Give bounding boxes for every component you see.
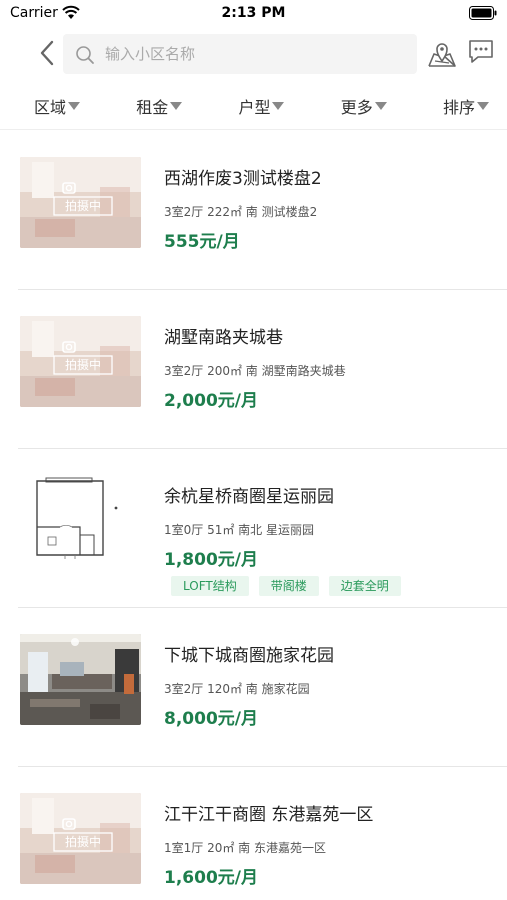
listing-meta: 3室2厅 222㎡ 南 测试楼盘2 — [164, 205, 318, 219]
battery-icon — [469, 6, 497, 20]
listing-thumbnail: 拍摄中 — [20, 157, 141, 248]
dropdown-triangle-icon — [476, 101, 489, 110]
filter-label: 区域 — [34, 97, 67, 117]
dropdown-triangle-icon — [170, 101, 183, 110]
filter-label: 更多 — [340, 97, 373, 117]
listing-title: 湖墅南路夹城巷 — [164, 328, 283, 348]
filter-sort[interactable]: 排序 — [443, 94, 489, 118]
map-icon[interactable] — [427, 39, 457, 69]
dropdown-triangle-icon — [272, 101, 285, 110]
floorplan-image — [20, 475, 141, 566]
search-header — [0, 28, 507, 80]
listing-price: 1,800元/月 — [164, 550, 258, 570]
listing-price: 555元/月 — [164, 232, 240, 252]
status-bar: Carrier 2:13 PM — [0, 0, 507, 28]
shooting-badge: 拍摄中 — [64, 835, 101, 849]
clock: 2:13 PM — [221, 5, 286, 21]
listing-meta: 1室1厅 20㎡ 南 东港嘉苑一区 — [164, 841, 326, 855]
interior-photo — [20, 634, 141, 725]
back-icon[interactable] — [36, 38, 60, 68]
filter-rent[interactable]: 租金 — [136, 94, 183, 118]
feature-tag: LOFT结构 — [171, 576, 249, 596]
dropdown-triangle-icon — [374, 101, 387, 110]
listing-item[interactable]: 拍摄中 西湖作废3测试楼盘2 3室2厅 222㎡ 南 测试楼盘2 555元/月 — [18, 131, 507, 290]
message-icon[interactable] — [467, 38, 495, 66]
listing-item[interactable]: 余杭星桥商圈星运丽园 1室0厅 51㎡ 南北 星运丽园 1,800元/月 LOF… — [18, 449, 507, 608]
search-icon — [76, 46, 94, 64]
filter-label: 户型 — [238, 97, 271, 117]
search-input[interactable] — [105, 42, 405, 66]
listing-item[interactable]: 拍摄中 湖墅南路夹城巷 3室2厅 200㎡ 南 湖墅南路夹城巷 2,000元/月 — [18, 290, 507, 449]
dropdown-triangle-icon — [68, 101, 81, 110]
listing-meta: 1室0厅 51㎡ 南北 星运丽园 — [164, 523, 314, 537]
listing-item[interactable]: 下城下城商圈施家花园 3室2厅 120㎡ 南 施家花园 8,000元/月 — [18, 608, 507, 767]
listing-tags: LOFT结构 带阁楼 边套全明 — [171, 576, 401, 596]
filter-bar: 区域 租金 户型 更多 排序 — [0, 82, 507, 130]
feature-tag: 带阁楼 — [258, 576, 319, 596]
listing-thumbnail: 拍摄中 — [20, 793, 141, 884]
listing-meta: 3室2厅 120㎡ 南 施家花园 — [164, 682, 310, 696]
filter-area[interactable]: 区域 — [34, 94, 81, 118]
shooting-badge: 拍摄中 — [64, 199, 101, 213]
filter-label: 租金 — [136, 97, 169, 117]
listing-title: 下城下城商圈施家花园 — [164, 646, 334, 666]
filter-more[interactable]: 更多 — [341, 94, 387, 118]
listing-item[interactable]: 拍摄中 江干江干商圈 东港嘉苑一区 1室1厅 20㎡ 南 东港嘉苑一区 1,60… — [18, 767, 507, 900]
listing-meta: 3室2厅 200㎡ 南 湖墅南路夹城巷 — [164, 364, 346, 378]
listing-thumbnail — [20, 634, 141, 725]
filter-label: 排序 — [442, 97, 475, 117]
listing-price: 8,000元/月 — [164, 709, 258, 729]
search-bar[interactable] — [63, 34, 417, 74]
listing-price: 1,600元/月 — [164, 868, 258, 888]
filter-layout[interactable]: 户型 — [238, 94, 285, 118]
listing-price: 2,000元/月 — [164, 391, 258, 411]
shooting-badge: 拍摄中 — [64, 358, 101, 372]
listing-thumbnail: 拍摄中 — [20, 316, 141, 407]
listing-title: 西湖作废3测试楼盘2 — [164, 169, 322, 189]
listing-title: 江干江干商圈 东港嘉苑一区 — [164, 805, 374, 825]
feature-tag: 边套全明 — [328, 576, 401, 596]
listing-thumbnail — [20, 475, 141, 566]
listing-title: 余杭星桥商圈星运丽园 — [164, 487, 334, 507]
